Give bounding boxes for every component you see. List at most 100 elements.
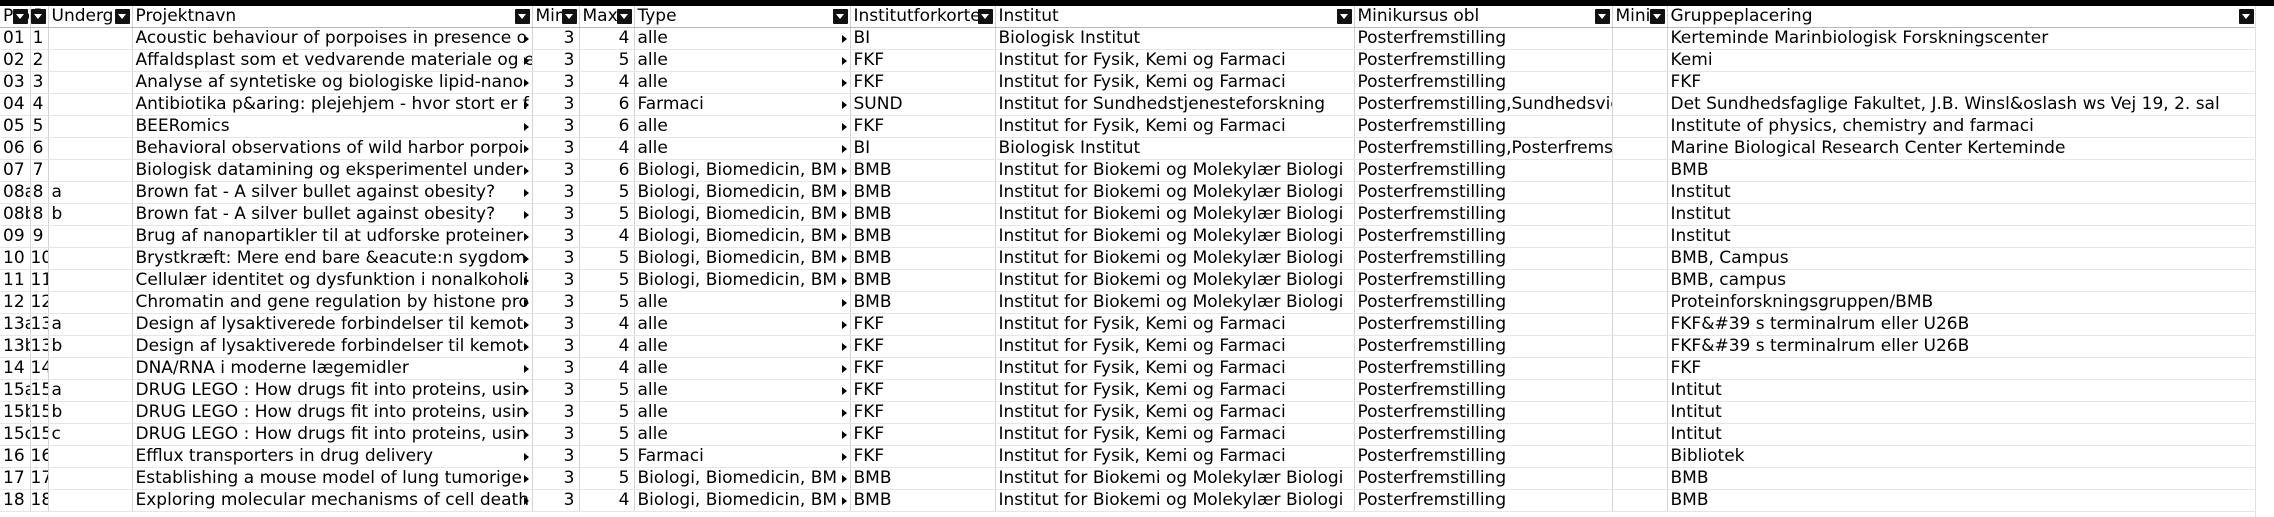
table-cell[interactable]: c — [48, 423, 133, 446]
table-cell[interactable]: 13a — [0, 313, 31, 336]
table-cell[interactable] — [1612, 401, 1668, 424]
table-cell[interactable]: Intitut — [1667, 423, 2257, 446]
table-cell[interactable]: Posterfremstilling — [1354, 401, 1613, 424]
table-cell[interactable] — [1612, 489, 1668, 512]
filter-dropdown-icon[interactable] — [561, 9, 577, 24]
table-cell[interactable]: Biologisk Institut — [995, 27, 1355, 50]
table-cell[interactable]: FKF — [850, 401, 996, 424]
table-cell[interactable]: 5 — [579, 467, 635, 490]
table-cell[interactable]: Posterfremstilling,Sundhedsvidensk — [1354, 93, 1613, 116]
table-cell[interactable]: 3 — [532, 423, 580, 446]
table-cell[interactable]: Posterfremstilling — [1354, 71, 1613, 94]
table-cell[interactable]: Biologi, Biomedicin, BM — [634, 269, 851, 292]
table-cell[interactable]: 15 — [30, 401, 49, 424]
table-cell[interactable] — [1612, 93, 1668, 116]
table-cell[interactable]: 10 — [0, 247, 31, 270]
table-cell[interactable]: Establishing a mouse model of lung tumor… — [132, 467, 533, 490]
table-cell[interactable]: 5 — [579, 203, 635, 226]
table-cell[interactable]: 13 — [30, 335, 49, 358]
table-cell[interactable]: DRUG LEGO : How drugs fit into proteins,… — [132, 401, 533, 424]
table-cell[interactable]: Brug af nanopartikler til at udforske pr… — [132, 225, 533, 248]
table-cell[interactable]: BMB — [850, 467, 996, 490]
table-cell[interactable]: 13b — [0, 335, 31, 358]
table-cell[interactable]: 18 — [30, 489, 49, 512]
table-cell[interactable] — [48, 49, 133, 72]
table-cell[interactable]: 01 — [0, 27, 31, 50]
table-cell[interactable] — [48, 489, 133, 512]
table-cell[interactable]: BMB — [850, 225, 996, 248]
table-cell[interactable]: FKF — [850, 115, 996, 138]
table-cell[interactable]: Posterfremstilling — [1354, 247, 1613, 270]
table-cell[interactable]: Institut for Fysik, Kemi og Farmaci — [995, 335, 1355, 358]
table-cell[interactable]: 3 — [532, 225, 580, 248]
table-cell[interactable]: BMB — [850, 203, 996, 226]
table-cell[interactable]: FKF&#39 s terminalrum eller U26B — [1667, 313, 2257, 336]
table-cell[interactable]: Institut for Sundhedstjenesteforskning — [995, 93, 1355, 116]
table-cell[interactable]: Det Sundhedsfaglige Fakultet, J.B. Winsl… — [1667, 93, 2257, 116]
table-cell[interactable]: Institut — [1667, 203, 2257, 226]
table-cell[interactable]: BMB — [850, 181, 996, 204]
table-cell[interactable]: Biologi, Biomedicin, BM — [634, 225, 851, 248]
table-cell[interactable]: Brown fat - A silver bullet against obes… — [132, 203, 533, 226]
table-cell[interactable]: 5 — [579, 247, 635, 270]
table-cell[interactable] — [48, 247, 133, 270]
table-cell[interactable]: 06 — [0, 137, 31, 160]
table-cell[interactable]: Exploring molecular mechanisms of cell d… — [132, 489, 533, 512]
table-cell[interactable]: Posterfremstilling — [1354, 159, 1613, 182]
filter-dropdown-icon[interactable] — [832, 9, 848, 24]
table-cell[interactable]: 4 — [579, 137, 635, 160]
table-cell[interactable] — [1612, 137, 1668, 160]
table-cell[interactable]: 16 — [0, 445, 31, 468]
table-cell[interactable]: Acoustic behaviour of porpoises in prese… — [132, 27, 533, 50]
table-cell[interactable]: FKF&#39 s terminalrum eller U26B — [1667, 335, 2257, 358]
table-cell[interactable] — [48, 159, 133, 182]
table-cell[interactable]: DRUG LEGO : How drugs fit into proteins,… — [132, 379, 533, 402]
table-cell[interactable]: b — [48, 335, 133, 358]
table-cell[interactable]: Institut for Fysik, Kemi og Farmaci — [995, 445, 1355, 468]
filter-dropdown-icon[interactable] — [514, 9, 530, 24]
table-cell[interactable] — [48, 93, 133, 116]
filter-dropdown-icon[interactable] — [1594, 9, 1610, 24]
table-cell[interactable]: Posterfremstilling,Posterfremstilling — [1354, 137, 1613, 160]
table-cell[interactable]: Posterfremstilling — [1354, 489, 1613, 512]
table-cell[interactable]: Design af lysaktiverede forbindelser til… — [132, 313, 533, 336]
filter-dropdown-icon[interactable] — [1649, 9, 1665, 24]
table-cell[interactable]: 4 — [579, 71, 635, 94]
table-cell[interactable]: 3 — [30, 71, 49, 94]
table-cell[interactable]: alle — [634, 137, 851, 160]
table-cell[interactable]: 4 — [579, 335, 635, 358]
table-cell[interactable]: Institut for Biokemi og Molekylær Biolog… — [995, 467, 1355, 490]
table-cell[interactable]: Cellulær identitet og dysfunktion i nona… — [132, 269, 533, 292]
table-cell[interactable]: 15a — [0, 379, 31, 402]
table-cell[interactable]: Efflux transporters in drug delivery — [132, 445, 533, 468]
column-header[interactable]: Max — [579, 6, 635, 28]
table-cell[interactable]: BMB — [1667, 467, 2257, 490]
table-cell[interactable]: Biologi, Biomedicin, BM — [634, 247, 851, 270]
table-cell[interactable]: 3 — [532, 71, 580, 94]
table-cell[interactable] — [1612, 247, 1668, 270]
table-cell[interactable]: 18 — [0, 489, 31, 512]
table-cell[interactable]: 5 — [579, 269, 635, 292]
table-cell[interactable]: Institut for Fysik, Kemi og Farmaci — [995, 423, 1355, 446]
table-cell[interactable]: Biologi, Biomedicin, BM — [634, 159, 851, 182]
table-cell[interactable]: 3 — [532, 467, 580, 490]
table-cell[interactable]: Biologi, Biomedicin, BM — [634, 489, 851, 512]
table-cell[interactable]: 3 — [532, 313, 580, 336]
table-cell[interactable]: 3 — [532, 49, 580, 72]
table-cell[interactable]: BMB — [850, 247, 996, 270]
table-cell[interactable]: 5 — [579, 423, 635, 446]
table-cell[interactable]: alle — [634, 379, 851, 402]
column-header[interactable]: Mini — [1612, 6, 1668, 28]
column-header[interactable]: Institut — [995, 6, 1355, 28]
table-cell[interactable]: 14 — [30, 357, 49, 380]
table-cell[interactable]: Institut for Biokemi og Molekylær Biolog… — [995, 269, 1355, 292]
table-cell[interactable]: 7 — [30, 159, 49, 182]
table-cell[interactable]: 15 — [30, 379, 49, 402]
table-cell[interactable] — [48, 225, 133, 248]
table-cell[interactable]: 4 — [579, 489, 635, 512]
table-cell[interactable]: Antibiotika p&aring: plejehjem - hvor st… — [132, 93, 533, 116]
table-cell[interactable]: Farmaci — [634, 93, 851, 116]
table-cell[interactable] — [48, 137, 133, 160]
table-cell[interactable]: Posterfremstilling — [1354, 445, 1613, 468]
table-cell[interactable]: 4 — [579, 357, 635, 380]
